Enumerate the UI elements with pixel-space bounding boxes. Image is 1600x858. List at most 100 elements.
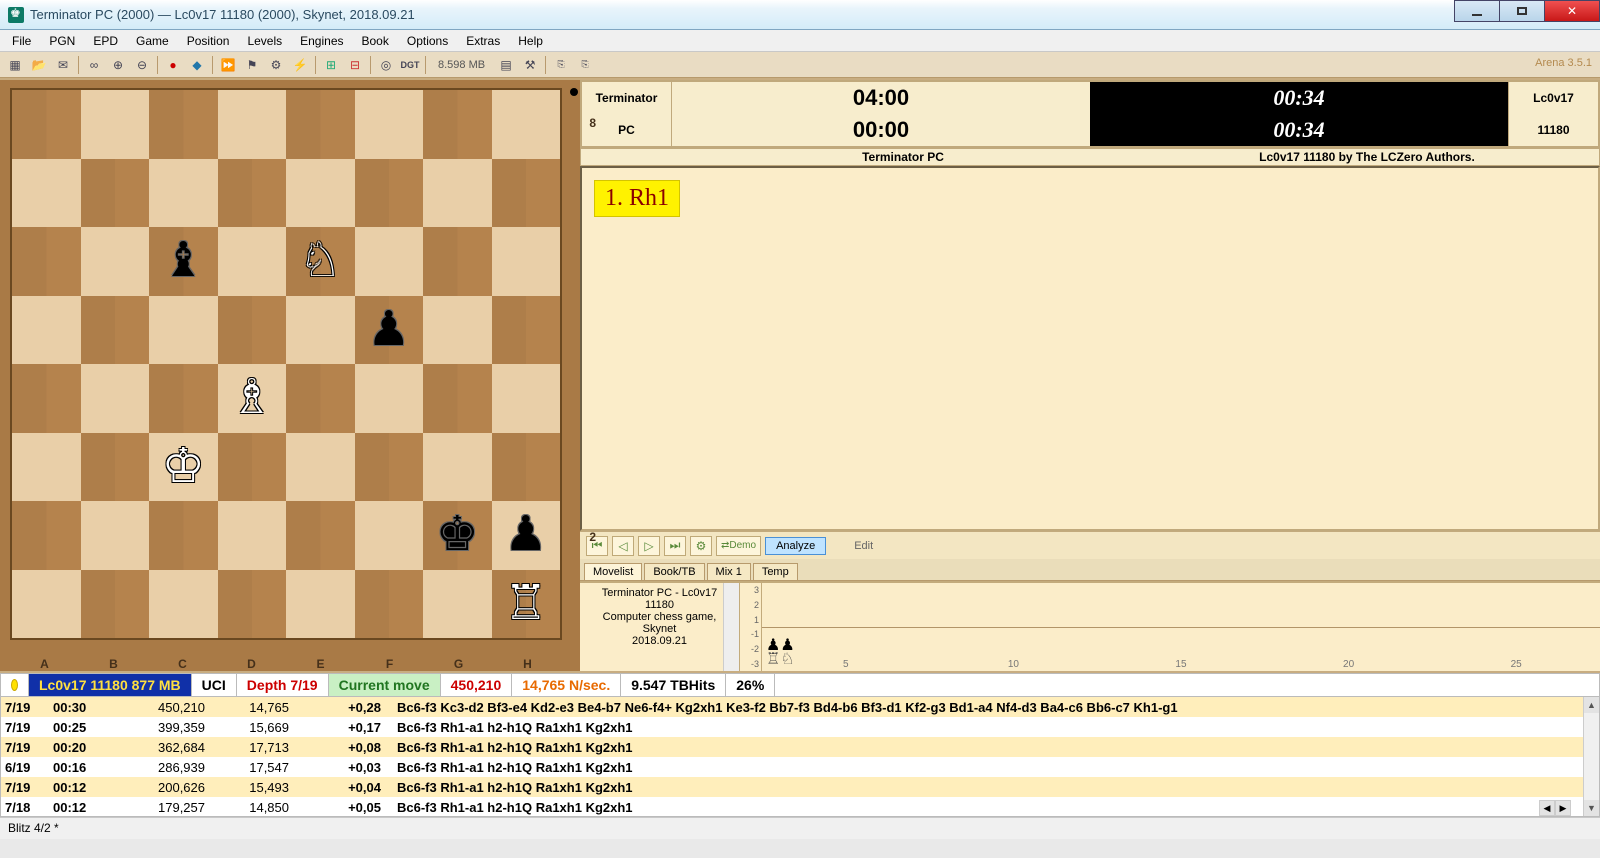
tb-fastfwd-icon[interactable]: ⏩ [217, 55, 239, 75]
tb-epd-plus-icon[interactable]: ⊞ [320, 55, 342, 75]
square-e3[interactable] [286, 433, 355, 502]
tb-settings-icon[interactable]: ⚒ [519, 55, 541, 75]
minimize-button[interactable] [1454, 0, 1500, 22]
square-b8[interactable] [81, 90, 150, 159]
eval-graph[interactable]: 510152025 ♟♟ ♖♘ [762, 583, 1600, 671]
menu-help[interactable]: Help [510, 32, 551, 50]
tb-epd-minus-icon[interactable]: ⊟ [344, 55, 366, 75]
square-d2[interactable] [218, 501, 287, 570]
tb-dgt-icon[interactable]: DGT [399, 55, 421, 75]
square-h4[interactable] [492, 364, 561, 433]
square-b2[interactable] [81, 501, 150, 570]
square-a5[interactable] [12, 296, 81, 365]
square-h6[interactable] [492, 227, 561, 296]
square-h3[interactable] [492, 433, 561, 502]
piece-h2[interactable]: ♟ [504, 511, 547, 559]
tb-ram-icon[interactable]: ▤ [495, 55, 517, 75]
analyze-button[interactable]: Analyze [765, 537, 826, 555]
square-a6[interactable] [12, 227, 81, 296]
square-d5[interactable] [218, 296, 287, 365]
square-f8[interactable] [355, 90, 424, 159]
tb-lightning-icon[interactable]: ⚡ [289, 55, 311, 75]
square-b3[interactable] [81, 433, 150, 502]
pv-row[interactable]: 7/1800:12179,25714,850+0,05Bc6-f3 Rh1-a1… [1, 797, 1599, 817]
menu-pgn[interactable]: PGN [41, 32, 83, 50]
square-e2[interactable] [286, 501, 355, 570]
piece-h1[interactable]: ♖ [504, 580, 547, 628]
tb-board-icon[interactable]: ▦ [4, 55, 26, 75]
tb-infinity-icon[interactable]: ∞ [83, 55, 105, 75]
meta-scrollbar[interactable] [723, 583, 739, 671]
piece-e6[interactable]: ♘ [299, 237, 342, 285]
menu-options[interactable]: Options [399, 32, 456, 50]
piece-c3[interactable]: ♔ [162, 443, 205, 491]
square-g5[interactable] [423, 296, 492, 365]
square-e4[interactable] [286, 364, 355, 433]
piece-d4[interactable]: ♗ [230, 374, 273, 422]
square-g6[interactable] [423, 227, 492, 296]
scroll-right-icon[interactable]: ▶ [1555, 800, 1571, 816]
tab-book[interactable]: Book/TB [644, 563, 704, 580]
square-f6[interactable] [355, 227, 424, 296]
pv-row[interactable]: 7/1900:25399,35915,669+0,17Bc6-f3 Rh1-a1… [1, 717, 1599, 737]
square-h2[interactable]: ♟ [492, 501, 561, 570]
square-c1[interactable] [149, 570, 218, 639]
square-d3[interactable] [218, 433, 287, 502]
square-d4[interactable]: ♗ [218, 364, 287, 433]
square-g2[interactable]: ♚ [423, 501, 492, 570]
square-b7[interactable] [81, 159, 150, 228]
edit-link[interactable]: Edit [854, 540, 873, 552]
square-a2[interactable] [12, 501, 81, 570]
square-a8[interactable] [12, 90, 81, 159]
square-b4[interactable] [81, 364, 150, 433]
tb-target-icon[interactable]: ◎ [375, 55, 397, 75]
square-d8[interactable] [218, 90, 287, 159]
scroll-left-icon[interactable]: ◀ [1539, 800, 1555, 816]
chess-board[interactable]: ♝♘♟♗♔♚♟♖ [10, 88, 562, 640]
pv-row[interactable]: 7/1900:20362,68417,713+0,08Bc6-f3 Rh1-a1… [1, 737, 1599, 757]
menu-epd[interactable]: EPD [85, 32, 126, 50]
square-e6[interactable]: ♘ [286, 227, 355, 296]
square-c6[interactable]: ♝ [149, 227, 218, 296]
piece-c6[interactable]: ♝ [162, 237, 205, 285]
square-g4[interactable] [423, 364, 492, 433]
menu-book[interactable]: Book [354, 32, 397, 50]
pv-hscroll[interactable]: ◀ ▶ [1539, 800, 1599, 816]
square-h5[interactable] [492, 296, 561, 365]
square-d1[interactable] [218, 570, 287, 639]
square-c5[interactable] [149, 296, 218, 365]
square-h1[interactable]: ♖ [492, 570, 561, 639]
square-g7[interactable] [423, 159, 492, 228]
tb-blue-diamond-icon[interactable]: ◆ [186, 55, 208, 75]
notation-panel[interactable]: 1. Rh1 [580, 166, 1600, 531]
square-d7[interactable] [218, 159, 287, 228]
square-e1[interactable] [286, 570, 355, 639]
pv-row[interactable]: 7/1900:30450,21014,765+0,28Bc6-f3 Kc3-d2… [1, 697, 1599, 717]
square-f7[interactable] [355, 159, 424, 228]
nav-next-icon[interactable]: ▷ [638, 536, 660, 556]
tb-flag-icon[interactable]: ⚑ [241, 55, 263, 75]
tb-mail-icon[interactable]: ✉ [52, 55, 74, 75]
nav-last-icon[interactable]: ⏭ [664, 536, 686, 556]
close-button[interactable]: ✕ [1544, 0, 1600, 22]
square-f4[interactable] [355, 364, 424, 433]
nav-demo-icon[interactable]: ⇄Demo [716, 536, 761, 556]
square-b1[interactable] [81, 570, 150, 639]
square-c4[interactable] [149, 364, 218, 433]
square-e8[interactable] [286, 90, 355, 159]
tb-level-plus-icon[interactable]: ⊕ [107, 55, 129, 75]
tb-open-icon[interactable]: 📂 [28, 55, 50, 75]
square-f1[interactable] [355, 570, 424, 639]
square-h8[interactable] [492, 90, 561, 159]
square-c7[interactable] [149, 159, 218, 228]
menu-levels[interactable]: Levels [239, 32, 290, 50]
menu-position[interactable]: Position [179, 32, 238, 50]
square-c2[interactable] [149, 501, 218, 570]
square-d6[interactable] [218, 227, 287, 296]
pv-table[interactable]: 7/1900:30450,21014,765+0,28Bc6-f3 Kc3-d2… [0, 697, 1600, 817]
pv-scrollbar[interactable]: ▲ ▼ [1583, 697, 1599, 816]
tab-mix1[interactable]: Mix 1 [707, 563, 751, 580]
square-a7[interactable] [12, 159, 81, 228]
nav-gear-icon[interactable]: ⚙ [690, 536, 712, 556]
menu-file[interactable]: File [4, 32, 39, 50]
